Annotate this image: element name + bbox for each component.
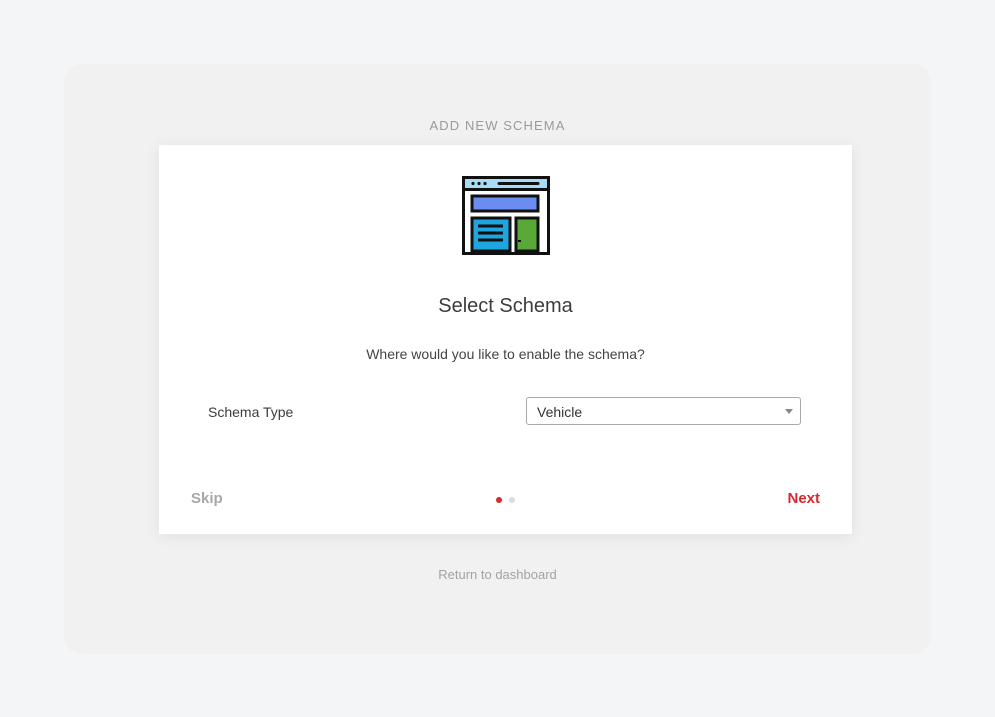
card-question: Where would you like to enable the schem… (366, 346, 645, 362)
schema-card: Select Schema Where would you like to en… (159, 145, 852, 534)
step-dot-active (496, 497, 502, 503)
schema-type-label: Schema Type (208, 404, 294, 420)
chevron-down-icon (785, 409, 793, 414)
card-title: Select Schema (438, 295, 573, 317)
wizard-heading: ADD NEW SCHEMA (429, 118, 566, 133)
next-button[interactable]: Next (787, 490, 820, 507)
return-to-dashboard-link[interactable]: Return to dashboard (0, 567, 995, 582)
step-dot-inactive (509, 497, 515, 503)
schema-webpage-icon (462, 176, 550, 255)
schema-type-select[interactable]: Vehicle (526, 397, 801, 425)
schema-type-selected-value: Vehicle (537, 404, 583, 420)
skip-button[interactable]: Skip (191, 490, 223, 507)
